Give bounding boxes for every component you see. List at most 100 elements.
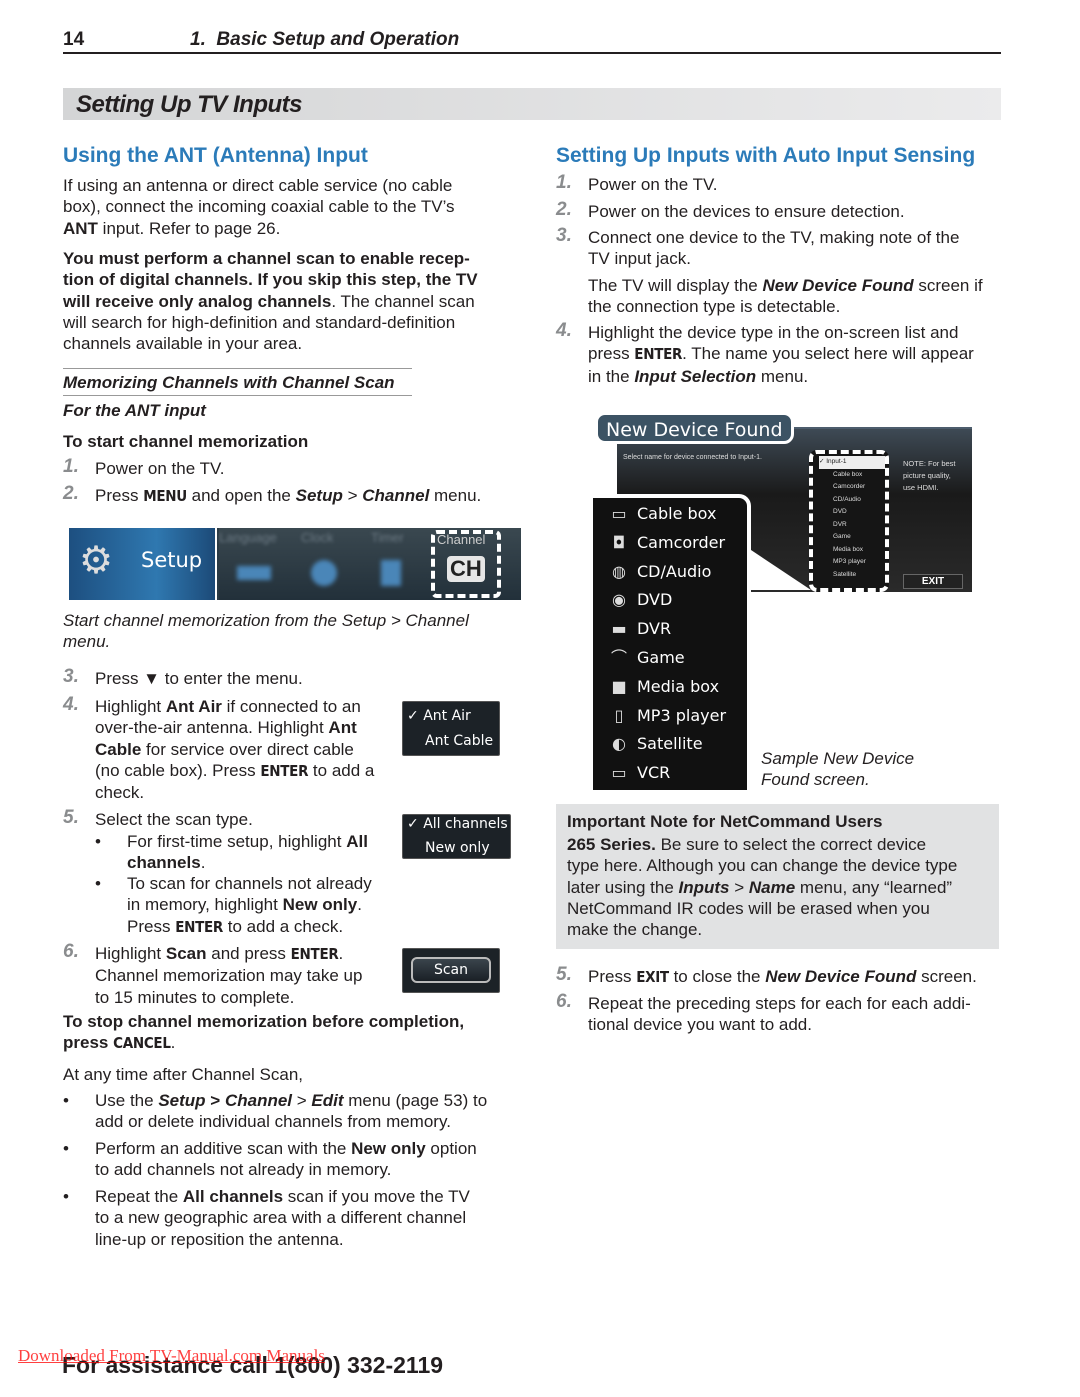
scan-button[interactable]: Scan [411, 957, 491, 983]
chapter-title: 1. Basic Setup and Operation [190, 29, 460, 50]
device-label: MP3 player [637, 705, 727, 725]
section-title: Setting Up TV Inputs [76, 91, 302, 118]
device-label: Camcorder [637, 532, 726, 552]
option-label: Ant Air [423, 708, 471, 724]
device-option-small: Satellite [833, 570, 857, 578]
step-text: Highlight the device type in the on-scre… [588, 322, 1008, 387]
text-run: New Device Found [765, 967, 917, 986]
auto-sensing-heading: Setting Up Inputs with Auto Input Sensin… [556, 144, 976, 167]
text-run: New only [351, 1139, 426, 1158]
step-number: 2. [556, 199, 572, 220]
setup-tab: ⚙ Setup [69, 528, 217, 600]
zoom-connector [751, 550, 811, 590]
scan-warning: You must perform a channel scan to enabl… [63, 248, 478, 354]
text-run: ENTER [260, 761, 309, 780]
ant-cable-option[interactable]: Ant Cable [425, 733, 493, 749]
text-run: to close the [668, 967, 766, 986]
ant-air-option[interactable]: ✓ Ant Air [407, 708, 471, 724]
new-device-found-screenshot: New Device Found Select name for device … [593, 410, 973, 792]
device-option[interactable]: ▬ DVR [601, 615, 747, 644]
note-title: Important Note for NetCommand Users [567, 812, 883, 831]
text-run: . [200, 853, 206, 873]
device-option[interactable]: ◐ Satellite [601, 730, 747, 759]
bullet: • [63, 1091, 69, 1110]
media-box-icon: ■ [611, 676, 627, 696]
device-option-small: ✓ Input-1 [819, 456, 885, 469]
text-run: ENTER [634, 345, 683, 364]
device-label: Satellite [637, 734, 703, 754]
screen-title: New Device Found [595, 412, 794, 444]
text-run: Highlight [95, 697, 166, 716]
step-text: Repeat the preceding steps for each for … [588, 993, 1008, 1036]
text-run: ENTER [290, 945, 339, 963]
scan-type-menu: ✓ All channels New only [402, 814, 511, 859]
device-option-small: Cable box [833, 470, 863, 478]
menu-item-language: Language [219, 530, 277, 545]
text-run: and open the [186, 486, 296, 505]
watermark-link[interactable]: Downloaded From TV-Manual.com Manuals [18, 1346, 325, 1366]
device-option[interactable]: ▭ VCR [601, 759, 747, 788]
text-run: Perform an additive scan with the [95, 1139, 352, 1158]
step-3-note: The TV will display the New Device Found… [588, 275, 983, 318]
step-text: Connect one device to the TV, making not… [588, 227, 1008, 270]
text-run: Scan [165, 944, 207, 963]
bullet-item: • Use the Setup > Channel > Edit menu (pa… [63, 1090, 487, 1133]
text-run: Repeat the [95, 1187, 183, 1206]
bullet-text: To scan for channels not already in memo… [127, 873, 372, 938]
new-only-option[interactable]: New only [425, 840, 490, 856]
cd-audio-icon: ◍ [612, 561, 626, 581]
device-option[interactable]: ▯ MP3 player [601, 702, 747, 731]
channel-item: Channel CH [431, 530, 501, 598]
bullet-item: • For first-time setup, highlight All cha… [95, 831, 368, 874]
screen-prompt: Select name for device connected to Inpu… [623, 454, 762, 461]
device-option[interactable]: ⌒ Game [601, 644, 747, 673]
step-number: 2. [63, 483, 79, 504]
menu-item-timer: Timer [371, 530, 404, 545]
text-run: Highlight [95, 944, 166, 963]
text-run: > [292, 1091, 312, 1110]
device-option[interactable]: ▭ Cable box [601, 500, 747, 529]
bullet-item: • To scan for channels not already in mem… [95, 873, 372, 938]
bullet-item: • Repeat the All channels scan if you mov… [63, 1186, 470, 1250]
step-number: 1. [556, 172, 572, 193]
all-channels-option[interactable]: ✓ All channels [407, 816, 508, 832]
setup-label: Setup [141, 548, 203, 572]
text-run: EXIT [636, 968, 669, 986]
device-option[interactable]: ◉ DVD [601, 586, 747, 615]
device-option[interactable]: ◍ CD/Audio [601, 558, 747, 587]
step-number: 6. [63, 941, 79, 962]
scan-panel: Scan [402, 948, 500, 993]
step-number: 4. [556, 320, 572, 341]
step-number: 5. [63, 807, 79, 828]
device-option-small: DVD [833, 508, 847, 515]
text-run: Edit [311, 1091, 344, 1110]
device-option[interactable]: ■ Media box [601, 673, 747, 702]
step-number: 3. [556, 225, 572, 246]
text-run: MENU [143, 487, 187, 505]
bullet-text: Perform an additive scan with the New on… [95, 1138, 477, 1181]
text-run: screen. [916, 967, 977, 986]
text-run: For first-time setup, highlight [127, 832, 347, 851]
dvd-icon: ◉ [612, 590, 626, 610]
device-option[interactable]: ◘ Camcorder [601, 529, 747, 558]
bullet: • [95, 874, 101, 893]
bullet-text: Use the Setup > Channel > Edit menu (pag… [95, 1090, 487, 1133]
text-run: Inputs [678, 877, 730, 897]
text-run: Channel [224, 1091, 293, 1110]
step-number: 3. [63, 666, 79, 687]
bullet-item: • Perform an additive scan with the New o… [63, 1138, 477, 1181]
text-run: > [342, 486, 363, 505]
text-run: Setup [295, 486, 343, 505]
device-label: VCR [637, 763, 671, 783]
gear-icon: ⚙ [79, 540, 114, 582]
cable-box-icon: ▭ [611, 504, 627, 523]
ant-heading: Using the ANT (Antenna) Input [63, 144, 368, 167]
exit-button[interactable]: EXIT [903, 574, 963, 589]
text-run: Power on the devices to ensure detection… [588, 202, 905, 221]
memorizing-subhead: Memorizing Channels with Channel Scan [63, 373, 395, 392]
text-run: The TV will display the [588, 276, 763, 295]
device-option-small: CD/Audio [833, 495, 861, 503]
text-run: Select the scan type. [95, 810, 253, 829]
device-label: DVR [637, 619, 672, 639]
menu-item-clock: Clock [301, 530, 334, 545]
